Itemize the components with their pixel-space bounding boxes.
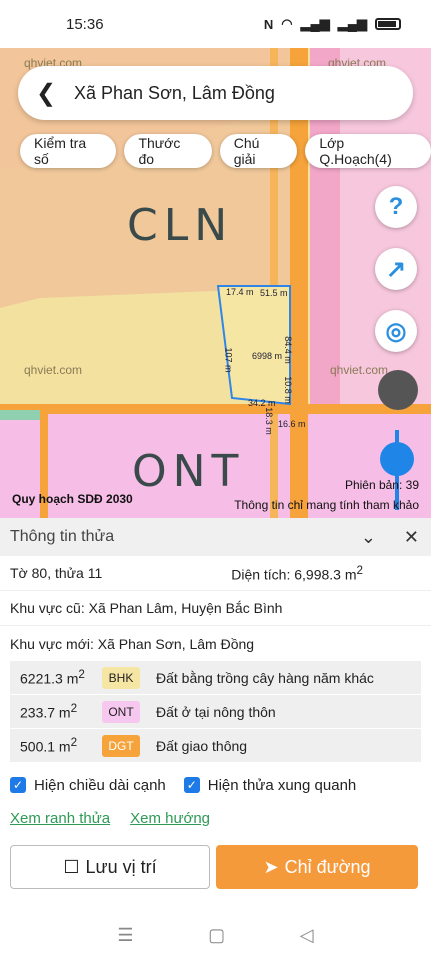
chip-legend[interactable]: Chú giải <box>219 134 298 168</box>
check-icon[interactable]: ✓ <box>10 777 26 793</box>
status-icons: N ◠ ▂▄▆ ▂▄▆ <box>264 16 401 32</box>
checkbox-row: ✓ Hiện chiều dài cạnh ✓ Hiện thửa xung q… <box>0 767 431 803</box>
land-use-row: 500.1 m2 DGT Đất giao thông <box>10 729 421 763</box>
watermark: qhviet.com <box>24 363 83 377</box>
chip-row: Kiểm tra số Thước đo Chú giải Lớp Q.Hoạc… <box>20 134 431 168</box>
compass-icon[interactable]: ↗ <box>375 248 417 290</box>
link-row: Xem ranh thửa Xem hướng <box>0 803 431 833</box>
land-use-row: 6221.3 m2 BHK Đất bằng trồng cây hàng nă… <box>10 661 421 695</box>
land-use-area: 500.1 m2 <box>20 736 78 755</box>
land-use-row: 233.7 m2 ONT Đất ở tại nông thôn <box>10 695 421 729</box>
land-use-desc: Đất ở tại nông thôn <box>156 703 276 720</box>
zone-label-cln: CLN <box>127 200 234 251</box>
parcel-number: Tờ 80, thửa 11 <box>10 565 103 581</box>
dimension-label: 16.6 m <box>278 419 306 429</box>
signal-icon: ▂▄▆ <box>300 16 330 31</box>
menu-icon[interactable]: ☰ <box>117 925 133 946</box>
checkbox-label: Hiện chiều dài cạnh <box>34 776 166 794</box>
signal-icon-2: ▂▄▆ <box>337 16 367 31</box>
dimension-label: 10.8 m <box>282 376 293 404</box>
panel-header: Thông tin thửa ⌄ ✕ <box>0 518 431 556</box>
close-icon[interactable]: ✕ <box>404 527 419 548</box>
help-icon[interactable]: ? <box>375 186 417 228</box>
parcel-info-panel: Thông tin thửa ⌄ ✕ Tờ 80, thửa 11 Diện t… <box>0 518 431 960</box>
land-use-badge: BHK <box>102 666 140 689</box>
navigate-icon: ➤ <box>263 856 279 877</box>
watermark: qhviet.com <box>330 363 389 377</box>
action-buttons: ☐ Lưu vị trí ➤ Chỉ đường <box>0 845 431 889</box>
directions-button[interactable]: ➤ Chỉ đường <box>216 845 418 889</box>
panel-title: Thông tin thửa <box>10 528 115 545</box>
map-version: Phiên bản: 39 <box>344 478 419 492</box>
new-area-row: Khu vực mới: Xã Phan Sơn, Lâm Đồng <box>0 626 431 661</box>
zone-label-ont: ONT <box>132 446 245 497</box>
chip-planning-layer[interactable]: Lớp Q.Hoạch(4) <box>305 134 431 168</box>
home-icon[interactable]: ▢ <box>208 925 225 946</box>
dimension-label: 107 m <box>223 347 234 373</box>
dimension-label: 84.4 m <box>282 336 293 364</box>
system-nav-bar: ☰ ▢ ◁ <box>0 910 431 960</box>
checkbox-label: Hiện thửa xung quanh <box>207 776 357 794</box>
search-location: Xã Phan Sơn, Lâm Đồng <box>74 82 275 103</box>
chip-ruler[interactable]: Thước đo <box>124 134 212 168</box>
check-icon[interactable]: ✓ <box>183 777 200 793</box>
land-use-desc: Đất giao thông <box>156 737 248 754</box>
opacity-slider-knob[interactable] <box>380 442 414 476</box>
land-use-table: 6221.3 m2 BHK Đất bằng trồng cây hàng nă… <box>10 661 421 763</box>
chip-check-number[interactable]: Kiểm tra số <box>20 134 117 168</box>
dimension-label: 18.3 m <box>263 407 274 435</box>
view-direction-link[interactable]: Xem hướng <box>130 810 210 827</box>
land-use-badge: ONT <box>102 700 140 723</box>
save-location-button[interactable]: ☐ Lưu vị trí <box>10 845 210 889</box>
dimension-label: 51.5 m <box>260 288 288 298</box>
map-caption-disclaimer: Thông tin chỉ mang tính tham khảo <box>234 498 419 512</box>
old-area: Khu vực cũ: Xã Phan Lâm, Huyện Bắc Bình <box>10 600 283 616</box>
dimension-label: 17.4 m <box>226 287 254 297</box>
land-use-area: 233.7 m2 <box>20 702 78 721</box>
back-icon[interactable]: ◁ <box>300 925 314 946</box>
bookmark-icon: ☐ <box>63 856 80 877</box>
land-use-area: 6221.3 m2 <box>20 668 85 687</box>
parcel-row: Tờ 80, thửa 11 Diện tích: 6,998.3 m2 <box>0 556 431 591</box>
dimension-label: 6998 m <box>252 351 283 361</box>
view-boundary-link[interactable]: Xem ranh thửa <box>10 810 110 827</box>
search-bar[interactable]: ❮ Xã Phan Sơn, Lâm Đồng <box>18 66 413 120</box>
wifi-icon: ◠ <box>281 16 293 31</box>
battery-icon <box>375 18 401 30</box>
parcel-area: Diện tích: 6,998.3 m2 <box>231 563 363 583</box>
old-area-row: Khu vực cũ: Xã Phan Lâm, Huyện Bắc Bình <box>0 591 431 626</box>
nfc-icon: N <box>263 16 274 32</box>
land-use-desc: Đất bằng trồng cây hàng năm khác <box>156 669 374 686</box>
locate-icon[interactable]: ◎ <box>375 310 417 352</box>
back-arrow-icon[interactable]: ❮ <box>36 79 66 108</box>
land-use-badge: DGT <box>102 734 140 757</box>
chevron-down-icon[interactable]: ⌄ <box>361 527 376 548</box>
map-caption-plan: Quy hoạch SDĐ 2030 <box>12 492 133 506</box>
new-area: Khu vực mới: Xã Phan Sơn, Lâm Đồng <box>10 635 255 652</box>
status-bar: 15:36 N ◠ ▂▄▆ ▂▄▆ <box>0 0 431 48</box>
status-time: 15:36 <box>66 15 104 33</box>
